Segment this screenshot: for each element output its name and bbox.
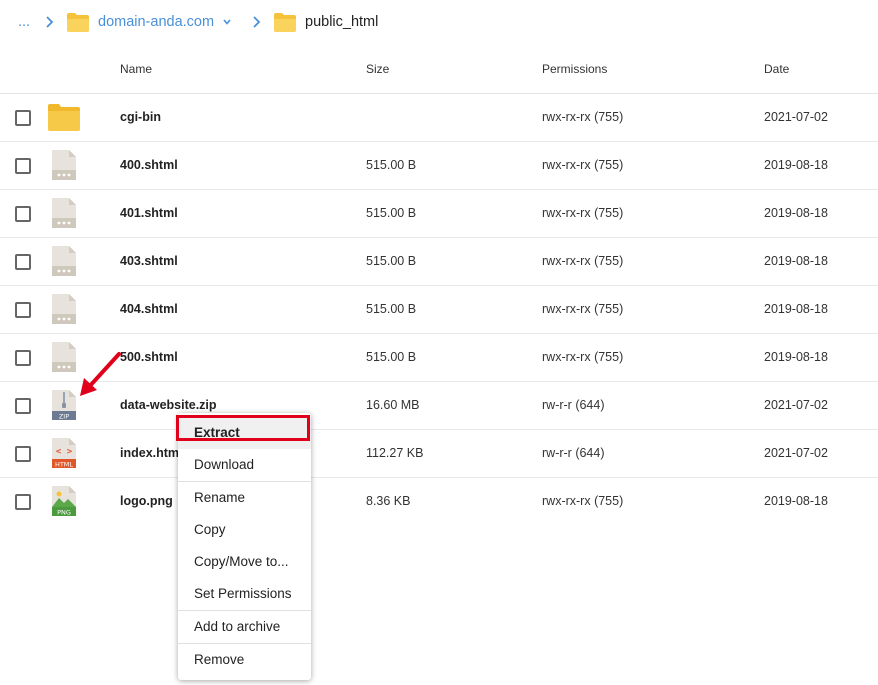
breadcrumb: ... domain-anda.com public_html bbox=[0, 0, 878, 44]
breadcrumb-domain[interactable]: domain-anda.com bbox=[66, 11, 232, 33]
file-date: 2019-08-18 bbox=[764, 158, 828, 172]
file-size: 515.00 B bbox=[366, 206, 417, 220]
context-menu: Extract Download Rename Copy Copy/Move t… bbox=[178, 413, 311, 680]
svg-text:PNG: PNG bbox=[57, 509, 71, 517]
file-name[interactable]: data-website.zip bbox=[120, 398, 217, 412]
row-checkbox[interactable] bbox=[15, 494, 31, 510]
file-icon bbox=[52, 246, 76, 276]
table-row[interactable]: 500.shtml 515.00 B rwx-rx-rx (755) 2019-… bbox=[0, 334, 878, 382]
column-header-name[interactable]: Name bbox=[120, 62, 152, 76]
file-size: 8.36 KB bbox=[366, 494, 411, 508]
chevron-right-icon bbox=[253, 16, 261, 28]
menu-item-copy-move[interactable]: Copy/Move to... bbox=[178, 546, 311, 578]
table-row[interactable]: 403.shtml 515.00 B rwx-rx-rx (755) 2019-… bbox=[0, 238, 878, 286]
file-permissions: rwx-rx-rx (755) bbox=[542, 110, 624, 124]
table-row[interactable]: ZIP data-website.zip 16.60 MB rw-r-r (64… bbox=[0, 382, 878, 430]
file-icon bbox=[52, 150, 76, 180]
row-checkbox[interactable] bbox=[15, 446, 31, 462]
row-checkbox[interactable] bbox=[15, 254, 31, 270]
file-name[interactable]: 403.shtml bbox=[120, 254, 178, 268]
row-checkbox[interactable] bbox=[15, 398, 31, 414]
column-header-permissions[interactable]: Permissions bbox=[542, 62, 607, 76]
file-permissions: rwx-rx-rx (755) bbox=[542, 254, 624, 268]
menu-item-rename[interactable]: Rename bbox=[178, 481, 311, 514]
menu-item-extract[interactable]: Extract bbox=[178, 417, 311, 449]
file-permissions: rw-r-r (644) bbox=[542, 398, 605, 412]
file-permissions: rw-r-r (644) bbox=[542, 446, 605, 460]
folder-icon bbox=[274, 13, 296, 32]
file-name[interactable]: 400.shtml bbox=[120, 158, 178, 172]
file-name[interactable]: logo.png bbox=[120, 494, 173, 508]
menu-item-download[interactable]: Download bbox=[178, 449, 311, 481]
file-date: 2019-08-18 bbox=[764, 350, 828, 364]
table-row[interactable]: 401.shtml 515.00 B rwx-rx-rx (755) 2019-… bbox=[0, 190, 878, 238]
html-file-icon: < > HTML bbox=[52, 438, 76, 469]
breadcrumb-domain-label: domain-anda.com bbox=[98, 14, 215, 30]
file-name[interactable]: 401.shtml bbox=[120, 206, 178, 220]
table-row[interactable]: 400.shtml 515.00 B rwx-rx-rx (755) 2019-… bbox=[0, 142, 878, 190]
file-icon bbox=[52, 342, 76, 372]
file-date: 2019-08-18 bbox=[764, 494, 828, 508]
table-row[interactable]: 404.shtml 515.00 B rwx-rx-rx (755) 2019-… bbox=[0, 286, 878, 334]
file-permissions: rwx-rx-rx (755) bbox=[542, 302, 624, 316]
menu-item-set-permissions[interactable]: Set Permissions bbox=[178, 578, 311, 610]
file-date: 2021-07-02 bbox=[764, 110, 828, 124]
file-size: 515.00 B bbox=[366, 302, 417, 316]
file-icon bbox=[52, 198, 76, 228]
file-date: 2021-07-02 bbox=[764, 398, 828, 412]
file-size: 16.60 MB bbox=[366, 398, 420, 412]
menu-item-copy[interactable]: Copy bbox=[178, 514, 311, 546]
file-list: cgi-bin rwx-rx-rx (755) 2021-07-02 400.s… bbox=[0, 94, 878, 525]
breadcrumb-current: public_html bbox=[273, 11, 378, 33]
breadcrumb-ellipsis[interactable]: ... bbox=[18, 11, 30, 33]
file-size: 515.00 B bbox=[366, 158, 417, 172]
file-permissions: rwx-rx-rx (755) bbox=[542, 206, 624, 220]
file-date: 2021-07-02 bbox=[764, 446, 828, 460]
file-date: 2019-08-18 bbox=[764, 254, 828, 268]
folder-icon bbox=[67, 13, 89, 32]
png-file-icon: PNG bbox=[52, 486, 76, 517]
table-row[interactable]: < > HTML index.html 112.27 KB rw-r-r (64… bbox=[0, 430, 878, 478]
file-permissions: rwx-rx-rx (755) bbox=[542, 494, 624, 508]
file-date: 2019-08-18 bbox=[764, 302, 828, 316]
file-date: 2019-08-18 bbox=[764, 206, 828, 220]
table-row[interactable]: PNG logo.png 8.36 KB rwx-rx-rx (755) 201… bbox=[0, 478, 878, 525]
folder-icon bbox=[48, 104, 80, 131]
row-checkbox[interactable] bbox=[15, 350, 31, 366]
svg-text:ZIP: ZIP bbox=[59, 413, 69, 421]
file-permissions: rwx-rx-rx (755) bbox=[542, 350, 624, 364]
column-header-size[interactable]: Size bbox=[366, 62, 389, 76]
file-name[interactable]: cgi-bin bbox=[120, 110, 161, 124]
menu-item-remove[interactable]: Remove bbox=[178, 643, 311, 676]
file-size: 112.27 KB bbox=[366, 446, 424, 460]
column-header-date[interactable]: Date bbox=[764, 62, 789, 76]
file-name[interactable]: 404.shtml bbox=[120, 302, 178, 316]
row-checkbox[interactable] bbox=[15, 158, 31, 174]
svg-text:HTML: HTML bbox=[55, 461, 73, 469]
breadcrumb-current-label: public_html bbox=[305, 14, 379, 30]
menu-item-add-to-archive[interactable]: Add to archive bbox=[178, 610, 311, 643]
row-checkbox[interactable] bbox=[15, 302, 31, 318]
file-name[interactable]: index.html bbox=[120, 446, 183, 460]
file-icon bbox=[52, 294, 76, 324]
file-size: 515.00 B bbox=[366, 254, 417, 268]
file-size: 515.00 B bbox=[366, 350, 417, 364]
svg-text:< >: < > bbox=[56, 447, 73, 457]
row-checkbox[interactable] bbox=[15, 110, 31, 126]
annotation-arrow-icon bbox=[80, 352, 121, 396]
chevron-down-icon[interactable] bbox=[222, 17, 232, 27]
table-header: Name Size Permissions Date bbox=[0, 44, 878, 94]
table-row[interactable]: cgi-bin rwx-rx-rx (755) 2021-07-02 bbox=[0, 94, 878, 142]
file-permissions: rwx-rx-rx (755) bbox=[542, 158, 624, 172]
zip-file-icon: ZIP bbox=[52, 390, 76, 421]
file-name[interactable]: 500.shtml bbox=[120, 350, 178, 364]
chevron-right-icon bbox=[46, 16, 54, 28]
row-checkbox[interactable] bbox=[15, 206, 31, 222]
